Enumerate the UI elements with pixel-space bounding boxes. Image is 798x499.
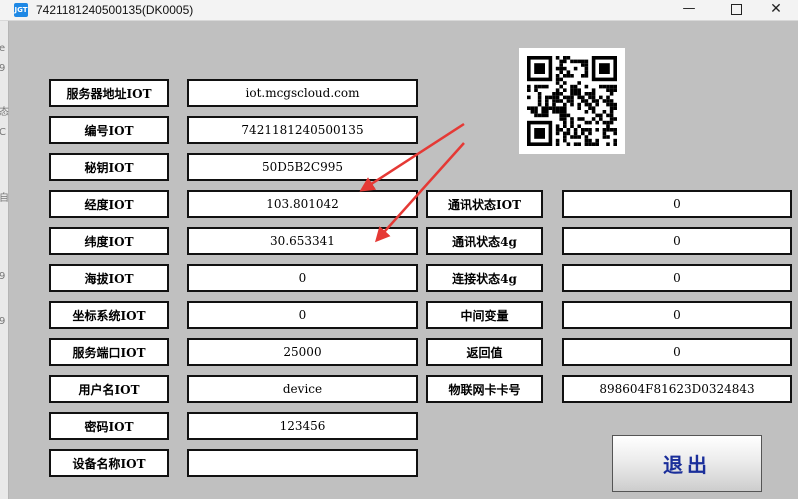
red-arrow-longitude (359, 122, 465, 192)
red-arrow-latitude (374, 142, 465, 243)
exit-button[interactable]: 退出 (612, 435, 762, 492)
annotation-arrows (359, 122, 465, 243)
